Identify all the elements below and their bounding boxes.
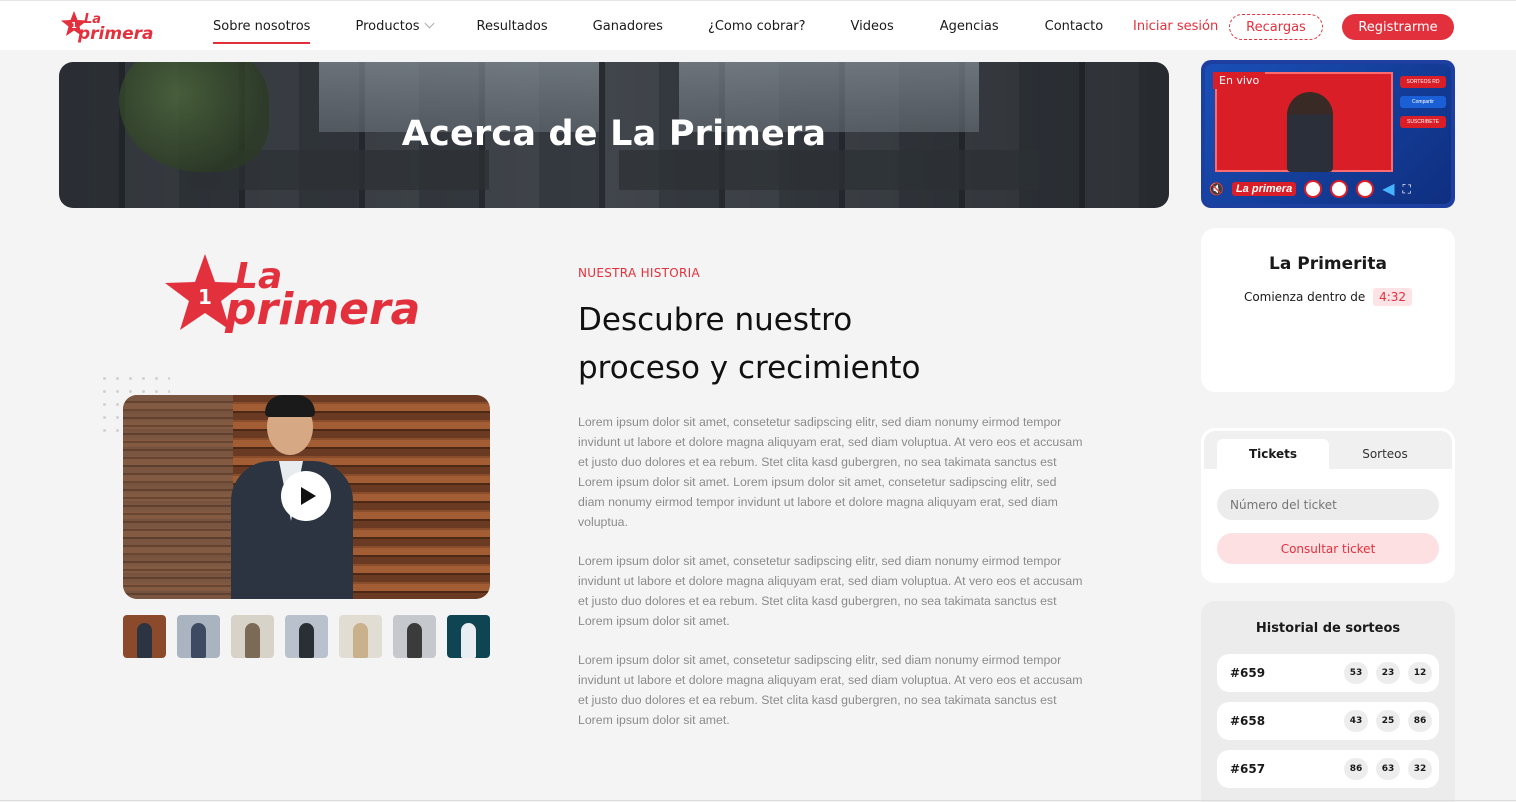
- draw-number: 86: [1408, 710, 1432, 732]
- thumbnail[interactable]: [177, 615, 220, 658]
- recargas-button[interactable]: Recargas: [1229, 14, 1323, 40]
- draw-numbers: 53 23 12: [1344, 662, 1432, 684]
- primerita-countdown-row: Comienza dentro de 4:32: [1201, 288, 1455, 306]
- video-thumbnails: [123, 615, 490, 658]
- draw-id: #657: [1230, 762, 1266, 776]
- person-hair: [265, 395, 315, 417]
- register-button[interactable]: Registrarme: [1342, 14, 1454, 40]
- draw-id: #658: [1230, 714, 1266, 728]
- nav-resultados[interactable]: Resultados: [477, 19, 548, 34]
- draw-row[interactable]: #658 43 25 86: [1217, 702, 1439, 740]
- live-video-player[interactable]: En vivo SORTEOS RD Compartir SUSCRIBETE …: [1201, 60, 1455, 208]
- site-header: 1 La primera Sobre nosotros Productos Re…: [0, 0, 1516, 50]
- thumbnail-figure: [461, 623, 476, 658]
- lottery-ball: [1356, 180, 1375, 198]
- draw-number: 43: [1344, 710, 1368, 732]
- nav-productos[interactable]: Productos: [355, 18, 434, 34]
- nav-productos-label: Productos: [355, 18, 420, 34]
- brand-logo[interactable]: 1 La primera: [60, 9, 164, 43]
- section-eyebrow: NUESTRA HISTORIA: [578, 266, 701, 280]
- draw-number: 86: [1344, 758, 1368, 780]
- draw-history-card: Historial de sorteos #659 53 23 12 #658 …: [1201, 601, 1455, 802]
- live-video-frame: En vivo SORTEOS RD Compartir SUSCRIBETE …: [1205, 64, 1451, 204]
- chevron-down-icon: [424, 18, 434, 28]
- video-wall: [123, 395, 233, 599]
- draw-history-title: Historial de sorteos: [1255, 621, 1401, 636]
- banner-desk: [619, 150, 1039, 190]
- arrow-left-icon: ◀: [1382, 181, 1395, 198]
- thumbnail-figure: [137, 623, 152, 658]
- page-title: Acerca de La Primera: [401, 114, 827, 154]
- nav-como-cobrar[interactable]: ¿Como cobrar?: [708, 19, 806, 34]
- section-headline: Descubre nuestro proceso y crecimiento: [578, 296, 998, 392]
- thumbnail-figure: [299, 623, 314, 658]
- main-nav: Sobre nosotros Productos Resultados Gana…: [213, 1, 1103, 51]
- draw-numbers: 43 25 86: [1344, 710, 1432, 732]
- nav-videos[interactable]: Videos: [851, 19, 894, 34]
- nav-agencias[interactable]: Agencias: [940, 19, 999, 34]
- primerita-card: La Primerita Comienza dentro de 4:32: [1201, 228, 1455, 392]
- draw-numbers: 86 63 32: [1344, 758, 1432, 780]
- body-paragraph: Lorem ipsum dolor sit amet, consetetur s…: [578, 653, 1083, 727]
- consultar-ticket-button[interactable]: Consultar ticket: [1217, 533, 1439, 564]
- draw-number: 63: [1376, 758, 1400, 780]
- thumbnail-figure: [191, 623, 206, 658]
- svg-text:1: 1: [71, 21, 77, 30]
- draw-number: 23: [1376, 662, 1400, 684]
- thumbnail[interactable]: [285, 615, 328, 658]
- live-brand: La primera: [1231, 182, 1297, 196]
- company-video[interactable]: [123, 395, 490, 599]
- ticket-tabs: Tickets Sorteos: [1204, 431, 1452, 469]
- presenter-figure: [1287, 92, 1333, 172]
- lottery-ball: [1330, 180, 1349, 198]
- thumbnail[interactable]: [339, 615, 382, 658]
- thumbnail[interactable]: [393, 615, 436, 658]
- nav-ganadores[interactable]: Ganadores: [593, 19, 663, 34]
- thumbnail-figure: [353, 623, 368, 658]
- fullscreen-icon[interactable]: ⛶: [1403, 182, 1411, 197]
- lottery-ball: [1304, 180, 1323, 198]
- mute-icon[interactable]: 🔇: [1209, 182, 1224, 196]
- body-paragraph: Lorem ipsum dolor sit amet, consetetur s…: [578, 415, 1083, 529]
- svg-text:primera: primera: [224, 284, 420, 335]
- login-link[interactable]: Iniciar sesión: [1133, 19, 1218, 34]
- draw-number: 32: [1408, 758, 1432, 780]
- share-chip[interactable]: Compartir: [1400, 96, 1446, 108]
- hero-banner: Acerca de La Primera: [59, 62, 1169, 208]
- headline-line: Descubre nuestro: [578, 302, 853, 338]
- countdown-timer: 4:32: [1373, 288, 1413, 306]
- primerita-title: La Primerita: [1269, 254, 1387, 274]
- ticket-lookup-card: Tickets Sorteos Consultar ticket: [1201, 428, 1455, 583]
- headline-line: proceso y crecimiento: [578, 350, 921, 386]
- draw-row[interactable]: #659 53 23 12: [1217, 654, 1439, 692]
- countdown-label: Comienza dentro de: [1243, 290, 1366, 304]
- tab-sorteos[interactable]: Sorteos: [1329, 439, 1441, 469]
- thumbnail[interactable]: [447, 615, 490, 658]
- live-controls: 🔇 La primera ◀ ⛶: [1209, 177, 1449, 201]
- subscribe-chip[interactable]: SUSCRIBETE: [1400, 116, 1446, 128]
- svg-text:1: 1: [198, 285, 212, 309]
- draw-number: 53: [1344, 662, 1368, 684]
- draw-number: 12: [1408, 662, 1432, 684]
- svg-text:primera: primera: [77, 24, 153, 43]
- thumbnail-figure: [245, 623, 260, 658]
- nav-sobre-nosotros[interactable]: Sobre nosotros: [213, 19, 311, 44]
- page-divider: [0, 800, 1516, 801]
- sorteos-chip: SORTEOS RD: [1400, 76, 1446, 88]
- body-paragraph: Lorem ipsum dolor sit amet, consetetur s…: [578, 554, 1083, 628]
- tab-tickets[interactable]: Tickets: [1217, 439, 1329, 469]
- draw-id: #659: [1230, 666, 1266, 680]
- thumbnail-figure: [407, 623, 422, 658]
- draw-row[interactable]: #657 86 63 32: [1217, 750, 1439, 788]
- nav-contacto[interactable]: Contacto: [1045, 19, 1104, 34]
- thumbnail[interactable]: [123, 615, 166, 658]
- ticket-number-input[interactable]: [1217, 489, 1439, 520]
- live-badge: En vivo: [1213, 72, 1266, 89]
- draw-number: 25: [1376, 710, 1400, 732]
- brand-logo-large: 1 La primera: [165, 254, 420, 335]
- play-icon[interactable]: [281, 471, 331, 521]
- live-side-panel: SORTEOS RD Compartir SUSCRIBETE: [1400, 76, 1446, 171]
- thumbnail[interactable]: [231, 615, 274, 658]
